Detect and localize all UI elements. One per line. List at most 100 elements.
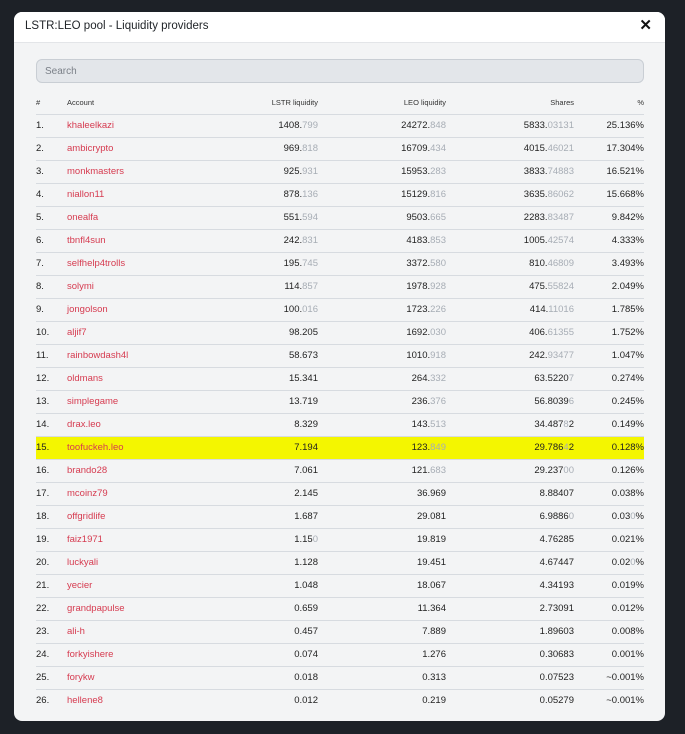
value-dim-part: 931 bbox=[302, 166, 318, 177]
table-row: 26. hellene8 0.012 0.219 0.05279 ~0.001% bbox=[36, 688, 644, 712]
account-link[interactable]: mcoinz79 bbox=[67, 488, 108, 499]
value-part: 0.012 bbox=[294, 695, 318, 707]
table-row: 22. grandpapulse 0.659 11.364 2.73091 0.012% bbox=[36, 596, 644, 620]
table-row: 9. jongolson 100.016 1723.226 414.11016 1.785… bbox=[36, 297, 644, 321]
row-lstr-liquidity: 242.831 bbox=[191, 228, 318, 252]
header-leo-liquidity[interactable]: LEO liquidity bbox=[318, 92, 446, 114]
value-part: 2.73091 bbox=[539, 603, 574, 614]
row-percent: 3.493% bbox=[574, 251, 644, 275]
account-link[interactable]: simplegame bbox=[67, 396, 118, 407]
account-link[interactable]: toofuckeh.leo bbox=[67, 442, 124, 453]
value-part: 810. bbox=[529, 258, 548, 269]
row-index: 8. bbox=[36, 274, 67, 298]
value-dim-part: 928 bbox=[430, 281, 446, 292]
value-part: 29.786 bbox=[534, 442, 564, 453]
header-account[interactable]: Account bbox=[67, 92, 191, 114]
value-part: 236. bbox=[411, 396, 431, 407]
row-index: 18. bbox=[36, 504, 67, 528]
account-link[interactable]: oldmans bbox=[67, 373, 103, 384]
value-part: 8.329 bbox=[294, 419, 318, 430]
header-index[interactable]: # bbox=[36, 92, 67, 114]
account-link[interactable]: forkyishere bbox=[67, 649, 113, 660]
row-index: 7. bbox=[36, 251, 67, 275]
row-shares: 242.93477 bbox=[446, 343, 574, 367]
account-link[interactable]: luckyali bbox=[67, 557, 98, 568]
header-percent[interactable]: % bbox=[574, 92, 644, 114]
value-part: 0.07523 bbox=[539, 672, 574, 683]
account-link[interactable]: tbnfl4sun bbox=[67, 235, 106, 246]
row-leo-liquidity: 0.219 bbox=[318, 688, 446, 712]
close-icon[interactable]: ✕ bbox=[639, 18, 652, 33]
value-part: 969. bbox=[283, 143, 303, 154]
row-shares: 475.55824 bbox=[446, 274, 574, 298]
account-link[interactable]: rainbowdash4l bbox=[67, 350, 128, 361]
value-dim-part: 848 bbox=[430, 120, 446, 131]
row-percent: 15.668% bbox=[574, 182, 644, 206]
row-percent: 1.752% bbox=[574, 320, 644, 344]
account-link[interactable]: yecier bbox=[67, 580, 92, 591]
value-dim-part: 853 bbox=[430, 235, 446, 246]
account-link[interactable]: niallon11 bbox=[67, 189, 104, 200]
account-link[interactable]: monkmasters bbox=[67, 166, 124, 177]
value-part: 5833. bbox=[523, 120, 548, 131]
account-link[interactable]: hellene8 bbox=[67, 695, 103, 706]
value-part: 195. bbox=[283, 258, 303, 269]
row-lstr-liquidity: 7.061 bbox=[191, 458, 318, 482]
table-row: 1. khaleelkazi 1408.799 24272.848 5833.03131… bbox=[36, 113, 644, 137]
account-link[interactable]: khaleelkazi bbox=[67, 120, 114, 131]
value-part: 2 bbox=[568, 419, 574, 430]
value-dim-part: 46809 bbox=[547, 258, 574, 269]
value-part: 143. bbox=[411, 419, 431, 430]
row-percent: 0.012% bbox=[574, 596, 644, 620]
account-link[interactable]: drax.leo bbox=[67, 419, 101, 430]
row-account-cell: ali-h bbox=[67, 619, 191, 643]
account-link[interactable]: forykw bbox=[67, 672, 94, 683]
account-link[interactable]: onealfa bbox=[67, 212, 98, 223]
value-part: 0.02 bbox=[611, 557, 631, 568]
value-part: 551. bbox=[283, 212, 303, 223]
account-link[interactable]: jongolson bbox=[67, 304, 108, 315]
account-link[interactable]: solymi bbox=[67, 281, 94, 292]
account-link[interactable]: aljif7 bbox=[67, 327, 87, 338]
account-link[interactable]: brando28 bbox=[67, 465, 107, 476]
account-link[interactable]: grandpapulse bbox=[67, 603, 125, 614]
row-index: 2. bbox=[36, 136, 67, 160]
value-part: 15.341 bbox=[288, 373, 318, 384]
row-lstr-liquidity: 0.659 bbox=[191, 596, 318, 620]
row-account-cell: oldmans bbox=[67, 366, 191, 390]
row-percent: 0.149% bbox=[574, 412, 644, 436]
header-lstr-liquidity[interactable]: LSTR liquidity bbox=[191, 92, 318, 114]
account-link[interactable]: ali-h bbox=[67, 626, 85, 637]
account-link[interactable]: offgridlife bbox=[67, 511, 105, 522]
row-lstr-liquidity: 0.012 bbox=[191, 688, 318, 712]
value-part: 0.03 bbox=[611, 511, 631, 522]
row-percent: ~0.001% bbox=[574, 665, 644, 689]
row-lstr-liquidity: 1408.799 bbox=[191, 113, 318, 137]
value-part: 925. bbox=[283, 166, 303, 177]
row-lstr-liquidity: 969.818 bbox=[191, 136, 318, 160]
value-part: 1.128 bbox=[294, 557, 318, 568]
row-percent: 0.274% bbox=[574, 366, 644, 390]
value-part: 0.659 bbox=[294, 603, 318, 614]
row-index: 9. bbox=[36, 297, 67, 321]
row-lstr-liquidity: 114.857 bbox=[191, 274, 318, 298]
row-lstr-liquidity: 0.018 bbox=[191, 665, 318, 689]
value-dim-part: 46021 bbox=[547, 143, 574, 154]
account-link[interactable]: ambicrypto bbox=[67, 143, 113, 154]
row-percent: 0.126% bbox=[574, 458, 644, 482]
account-link[interactable]: faiz1971 bbox=[67, 534, 103, 545]
header-shares[interactable]: Shares bbox=[446, 92, 574, 114]
value-part: 0.021% bbox=[611, 534, 644, 545]
value-dim-part: 00 bbox=[563, 465, 574, 476]
row-index: 20. bbox=[36, 550, 67, 574]
search-input[interactable] bbox=[36, 59, 644, 83]
value-part: 1.687 bbox=[294, 511, 318, 522]
row-percent: 25.136% bbox=[574, 113, 644, 137]
table-row: 8. solymi 114.857 1978.928 475.55824 2.049% bbox=[36, 274, 644, 298]
account-link[interactable]: selfhelp4trolls bbox=[67, 258, 125, 269]
row-account-cell: hellene8 bbox=[67, 688, 191, 712]
value-part: 9503. bbox=[406, 212, 431, 223]
row-account-cell: toofuckeh.leo bbox=[67, 435, 191, 459]
row-percent: 1.785% bbox=[574, 297, 644, 321]
row-index: 13. bbox=[36, 389, 67, 413]
